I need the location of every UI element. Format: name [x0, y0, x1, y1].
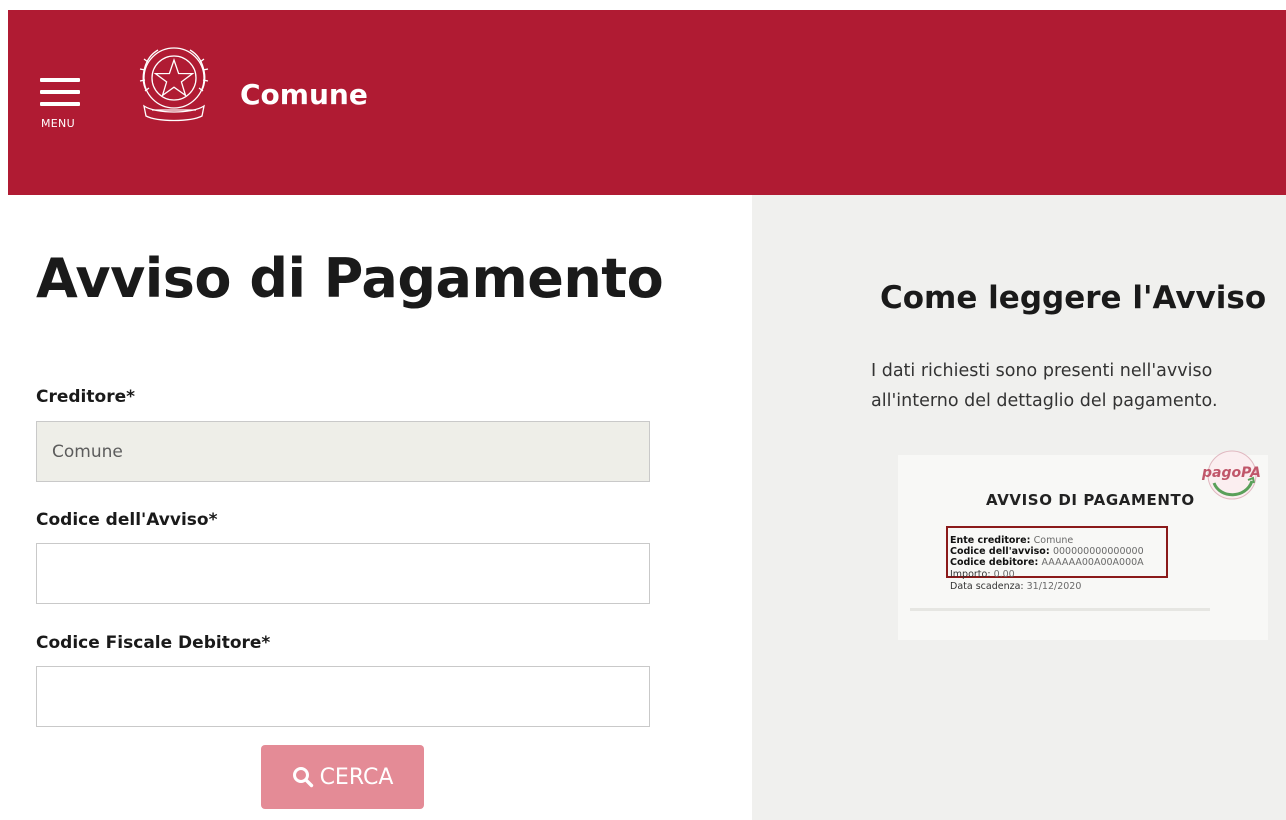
- notice-sample-image: pagoPA AVVISO DI PAGAMENTO Ente creditor…: [898, 450, 1268, 640]
- hamburger-icon-bar: [40, 102, 80, 106]
- site-title[interactable]: Comune: [240, 78, 368, 112]
- help-text-line: all'interno del dettaglio del pagamento.: [871, 391, 1218, 411]
- pagopa-logo-text: pagoPA: [1202, 465, 1261, 481]
- notice-line: Ente creditore: Comune: [950, 535, 1074, 546]
- fiscal-code-label: Codice Fiscale Debitore*: [36, 633, 271, 653]
- hamburger-icon: [40, 78, 80, 82]
- help-text: I dati richiesti sono presenti nell'avvi…: [871, 356, 1271, 416]
- notice-line: Codice debitore: AAAAAA00A00A000A: [950, 557, 1144, 568]
- search-icon: [292, 767, 313, 788]
- notice-line: Codice dell'avviso: 000000000000000: [950, 546, 1144, 557]
- top-strip: [0, 0, 1286, 10]
- republic-emblem-icon: [139, 47, 209, 122]
- menu-button[interactable]: MENU: [40, 78, 88, 130]
- search-button[interactable]: CERCA: [261, 745, 424, 809]
- notice-code-field[interactable]: [36, 543, 650, 604]
- fiscal-code-field[interactable]: [36, 666, 650, 727]
- notice-code-label: Codice dell'Avviso*: [36, 510, 218, 530]
- notice-footer-text: [910, 608, 1210, 611]
- creditor-field[interactable]: [36, 421, 650, 482]
- creditor-label: Creditore*: [36, 387, 135, 407]
- help-title: Come leggere l'Avviso: [880, 280, 1267, 316]
- notice-sample-title: AVVISO DI PAGAMENTO: [986, 491, 1195, 509]
- search-button-label: CERCA: [319, 764, 394, 790]
- notice-line: Importo: 0.00: [950, 569, 1015, 580]
- help-text-line: I dati richiesti sono presenti nell'avvi…: [871, 361, 1213, 381]
- hamburger-icon-bar: [40, 90, 80, 94]
- site-header: MENU Comune: [8, 10, 1286, 195]
- notice-line: Data scadenza: 31/12/2020: [950, 581, 1082, 592]
- page-title: Avviso di Pagamento: [36, 247, 664, 310]
- menu-label: MENU: [41, 117, 75, 130]
